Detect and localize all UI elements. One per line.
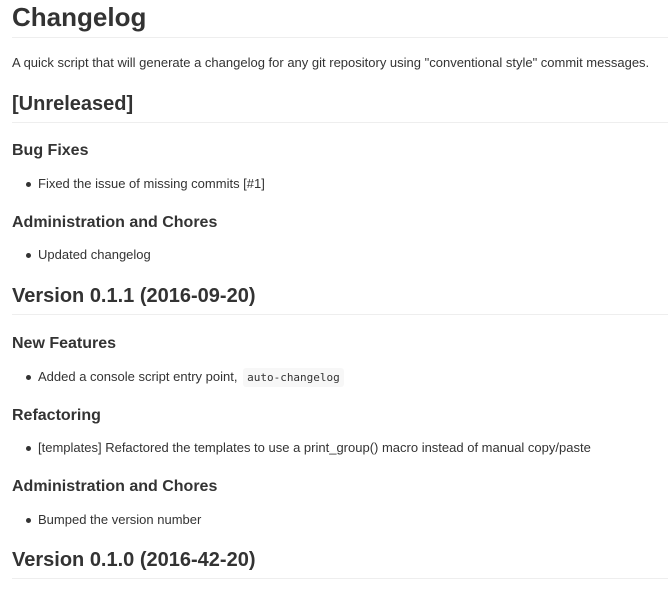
section-heading-version-0-1-0: Version 0.1.0 (2016-42-20) xyxy=(12,548,668,579)
section-heading-version-0-1-1: Version 0.1.1 (2016-09-20) xyxy=(12,284,668,315)
subheading-refactoring: Refactoring xyxy=(12,407,101,424)
inline-code: auto-changelog xyxy=(243,368,344,387)
list-item: [templates] Refactored the templates to … xyxy=(12,439,668,457)
list-refactoring: [templates] Refactored the templates to … xyxy=(12,439,668,457)
page-title: Changelog xyxy=(12,0,668,38)
list-item: Bumped the version number xyxy=(12,511,668,529)
intro-paragraph: A quick script that will generate a chan… xyxy=(12,55,650,70)
list-item: Added a console script entry point, auto… xyxy=(12,368,668,387)
list-item: Fixed the issue of missing commits [#1] xyxy=(12,175,668,193)
list-item: Updated changelog xyxy=(12,246,668,264)
list-administration: Updated changelog xyxy=(12,246,668,264)
list-item-text: Added a console script entry point, xyxy=(38,369,238,384)
list-new-features: Added a console script entry point, auto… xyxy=(12,368,668,387)
subheading-new-features: New Features xyxy=(12,335,117,352)
section-heading-unreleased: [Unreleased] xyxy=(12,92,668,123)
list-administration-2: Bumped the version number xyxy=(12,511,668,529)
subheading-administration: Administration and Chores xyxy=(12,214,218,231)
subheading-administration-2: Administration and Chores xyxy=(12,478,218,495)
subheading-bug-fixes: Bug Fixes xyxy=(12,142,89,159)
list-bug-fixes: Fixed the issue of missing commits [#1] xyxy=(12,175,668,193)
